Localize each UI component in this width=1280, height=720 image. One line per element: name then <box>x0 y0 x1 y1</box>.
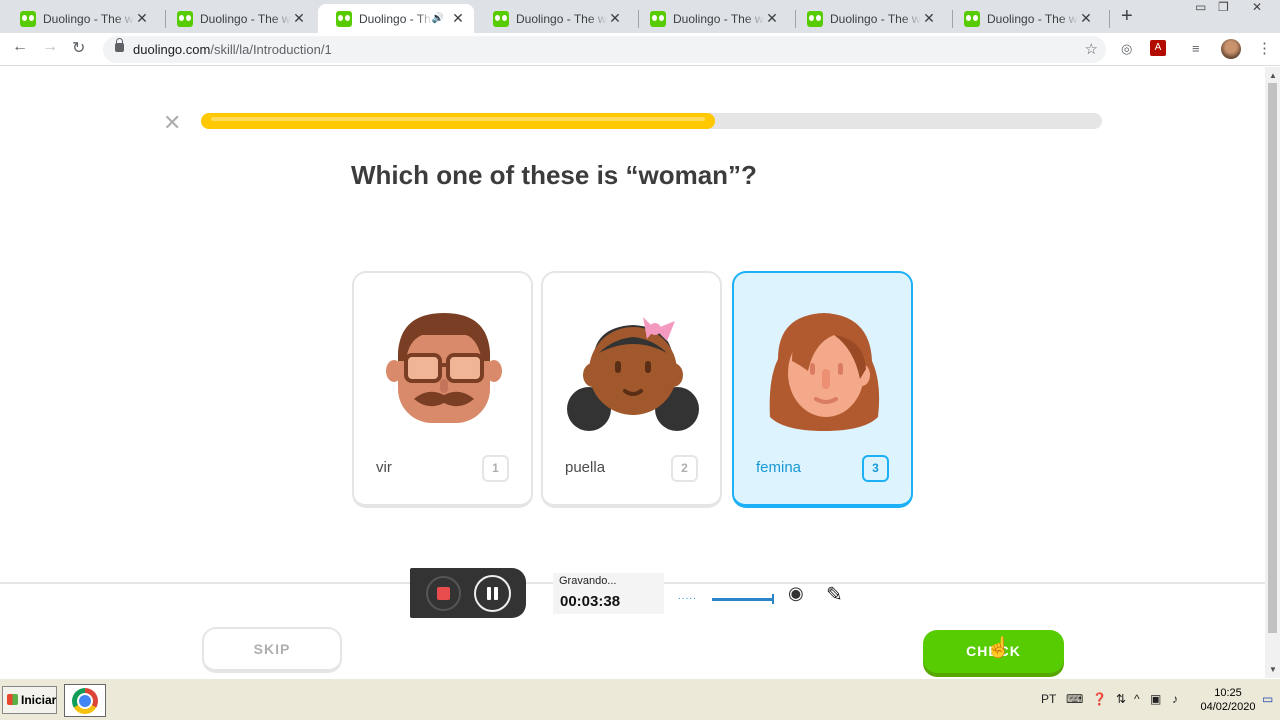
clock-date: 04/02/2020 <box>1200 701 1256 713</box>
browser-toolbar: ← → ↻ duolingo.com/skill/la/Introduction… <box>0 33 1280 66</box>
taskbar-chrome-button[interactable] <box>64 684 106 717</box>
audio-meter-dots: ..... <box>678 591 697 602</box>
duolingo-favicon-icon <box>650 10 666 27</box>
scroll-down-arrow-icon[interactable]: ▼ <box>1269 665 1277 674</box>
duolingo-favicon-icon <box>336 10 352 27</box>
address-bar[interactable]: duolingo.com/skill/la/Introduction/1 ☆ <box>103 36 1106 63</box>
choice-label: vir <box>376 459 392 476</box>
tab-close-icon[interactable]: ✕ <box>1078 10 1094 27</box>
volume-icon[interactable]: ♪ <box>1172 692 1178 706</box>
webcam-icon[interactable]: ◉ <box>788 583 804 604</box>
choice-number: 1 <box>482 455 509 482</box>
back-arrow-icon[interactable]: ← <box>12 38 28 56</box>
reload-icon[interactable]: ↻ <box>72 38 85 58</box>
keyboard-icon[interactable]: ⌨ <box>1066 692 1083 706</box>
chrome-logo-icon <box>72 688 98 714</box>
extension-icon[interactable]: ◎ <box>1121 41 1132 57</box>
tab-close-icon[interactable]: ✕ <box>921 10 937 27</box>
duolingo-favicon-icon <box>493 10 509 27</box>
tab-title: Duolingo - The world's best way to learn <box>200 11 291 26</box>
choice-card-3[interactable]: femina 3 <box>732 271 913 508</box>
browser-tab[interactable]: Duolingo - The world's best way to learn… <box>632 4 788 33</box>
tab-close-icon[interactable]: ✕ <box>764 10 780 27</box>
audio-level-slider[interactable] <box>712 594 774 604</box>
tab-close-icon[interactable]: ✕ <box>607 10 623 27</box>
hand-cursor-icon: ☝ <box>986 637 1011 659</box>
tab-title: Duolingo - The world's best way to learn <box>830 11 921 26</box>
choice-card-1[interactable]: vir 1 <box>352 271 533 508</box>
tab-close-icon[interactable]: ✕ <box>134 10 150 27</box>
choice-label: puella <box>565 459 606 476</box>
duolingo-favicon-icon <box>807 10 823 27</box>
tray-toggle-icon[interactable]: ⇅ <box>1116 692 1126 706</box>
choice-number: 3 <box>862 455 889 482</box>
media-queue-icon[interactable]: ≡ <box>1192 41 1200 56</box>
recorder-controls <box>410 568 526 618</box>
window-close-icon[interactable]: ✕ <box>1252 0 1262 14</box>
recording-state: Gravando... <box>559 575 617 587</box>
record-pause-button[interactable] <box>474 575 511 612</box>
lesson-page: ✕ Which one of these is “woman”? vir 1 p… <box>0 67 1265 678</box>
duolingo-favicon-icon <box>20 10 36 27</box>
scroll-thumb[interactable] <box>1268 83 1277 633</box>
forward-arrow-icon[interactable]: → <box>42 38 58 56</box>
restore-icon[interactable]: ❐ <box>1218 0 1229 14</box>
new-tab-plus-icon[interactable]: + <box>1121 5 1133 28</box>
expand-tray-icon[interactable]: ^ <box>1134 692 1140 706</box>
tab-strip: Duolingo - The world's best way to learn… <box>0 0 1280 33</box>
browser-menu-icon[interactable]: ⋮ <box>1257 39 1272 57</box>
quit-lesson-close-icon[interactable]: ✕ <box>163 112 181 134</box>
system-clock[interactable]: 10:25 04/02/2020 <box>1200 686 1256 714</box>
show-desktop-icon[interactable]: ▭ <box>1262 692 1273 706</box>
browser-tab[interactable]: Duolingo - The world's best way to learn… <box>2 4 158 33</box>
browser-tab[interactable]: Duolingo - The world's best way to learn… <box>475 4 631 33</box>
man-illustration <box>386 313 502 423</box>
tab-title: Duolingo - The world's best way to learn <box>43 11 134 26</box>
duolingo-favicon-icon <box>964 10 980 27</box>
woman-illustration <box>769 313 880 431</box>
choice-label: femina <box>756 459 802 476</box>
recorder-status: Gravando... 00:03:38 <box>553 573 664 614</box>
language-indicator[interactable]: PT <box>1041 692 1056 706</box>
network-icon[interactable]: ▣ <box>1150 692 1161 706</box>
tab-close-icon[interactable]: ✕ <box>450 10 466 27</box>
tab-title: Duolingo - The world's best way to learn <box>987 11 1078 26</box>
speaker-icon[interactable]: 🔊 <box>432 13 444 24</box>
browser-tab[interactable]: Duolingo - The world's best way to learn… <box>159 4 315 33</box>
pdf-extension-icon[interactable]: A <box>1150 40 1166 56</box>
duolingo-favicon-icon <box>177 10 193 27</box>
scroll-up-arrow-icon[interactable]: ▲ <box>1269 71 1277 80</box>
profile-avatar[interactable] <box>1221 39 1241 59</box>
lock-icon <box>115 38 124 52</box>
os-taskbar: Iniciar PT ⌨ ❓ ⇅ ^ ▣ ♪ 10:25 04/02/2020 … <box>0 678 1280 720</box>
browser-tab[interactable]: Duolingo - The world's best way to learn… <box>789 4 945 33</box>
question-prompt: Which one of these is “woman”? <box>351 160 757 190</box>
url-text: duolingo.com/skill/la/Introduction/1 <box>133 42 332 57</box>
tab-close-icon[interactable]: ✕ <box>291 10 307 27</box>
start-button[interactable]: Iniciar <box>2 686 57 714</box>
browser-tab-active[interactable]: Duolingo - The world's best way to learn… <box>318 4 474 33</box>
tab-title: Duolingo - The world's best way to learn <box>516 11 607 26</box>
girl-illustration <box>567 317 699 431</box>
choice-card-2[interactable]: puella 2 <box>541 271 722 508</box>
tab-title: Duolingo - The world's best way to learn <box>359 11 432 26</box>
help-icon[interactable]: ❓ <box>1092 692 1107 706</box>
clock-time: 10:25 <box>1214 687 1242 699</box>
lesson-progress-bar <box>201 113 1102 129</box>
tab-title: Duolingo - The world's best way to learn <box>673 11 764 26</box>
skip-button[interactable]: SKIP <box>202 627 342 673</box>
choice-number: 2 <box>671 455 698 482</box>
recording-time: 00:03:38 <box>560 593 621 610</box>
progress-fill <box>201 113 715 129</box>
pencil-draw-icon[interactable]: ✎ <box>826 582 843 607</box>
browser-tab[interactable]: Duolingo - The world's best way to learn… <box>946 4 1102 33</box>
bookmark-star-icon[interactable]: ☆ <box>1085 40 1098 58</box>
record-stop-button[interactable] <box>426 576 461 611</box>
page-scrollbar[interactable]: ▲ ▼ <box>1265 67 1280 678</box>
minimize-icon[interactable]: ▭ <box>1195 0 1206 14</box>
